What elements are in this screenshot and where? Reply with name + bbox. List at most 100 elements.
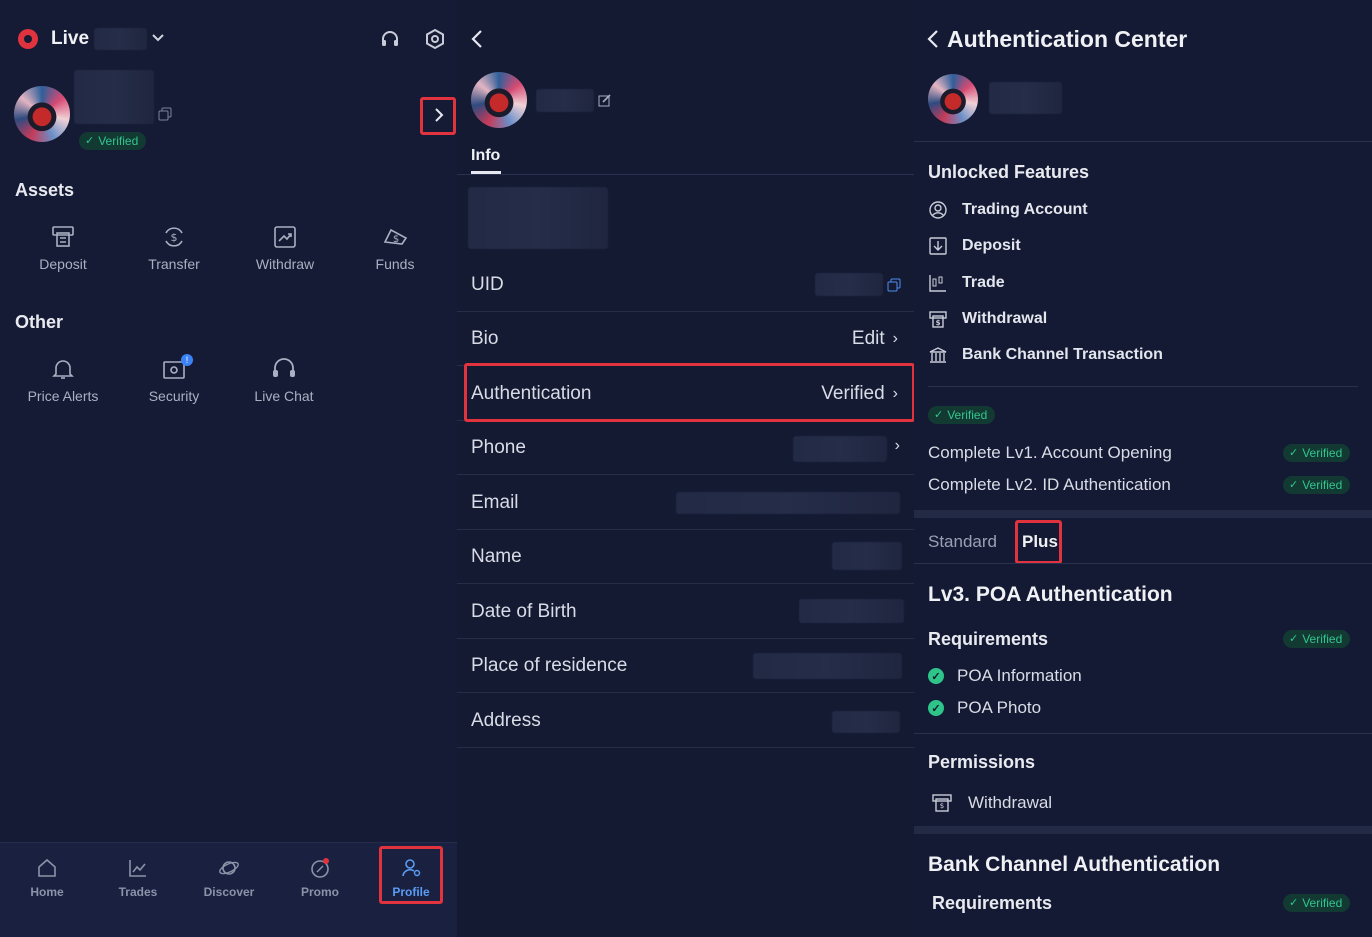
chevron-down-icon[interactable] — [151, 31, 165, 45]
requirements-divider — [914, 733, 1372, 734]
row-uid: UID — [457, 258, 914, 312]
requirement-poa-information: ✓ POA Information — [928, 666, 1082, 686]
highlight-profile-nav — [379, 846, 443, 904]
live-chat-button[interactable]: Live Chat — [234, 356, 334, 404]
edit-icon[interactable] — [598, 93, 612, 107]
address-redacted — [832, 711, 900, 733]
verified-badge: ✓ Verified — [79, 132, 147, 150]
funds-icon: $ — [383, 228, 408, 245]
requirements-verified-badge: ✓ Verified — [1283, 630, 1351, 648]
authentication-center-panel: Authentication Center Unlocked Features … — [914, 0, 1372, 937]
uid-label: UID — [471, 274, 504, 295]
copy-icon[interactable] — [158, 107, 172, 121]
highlight-plus-tab — [1015, 520, 1062, 564]
profile-panel: Live ✓ Verified Assets Deposit $ Transfer… — [0, 0, 457, 937]
nav-discover[interactable]: Discover — [194, 857, 264, 899]
account-mode-label[interactable]: Live — [51, 28, 89, 50]
bank-channel-title: Bank Channel Authentication — [928, 853, 1221, 876]
features-divider — [928, 386, 1358, 387]
section-separator — [914, 510, 1372, 518]
row-date-of-birth: Date of Birth — [457, 585, 914, 639]
planet-icon — [219, 861, 239, 875]
svg-text:$: $ — [393, 234, 399, 245]
feature-withdrawal: $ Withdrawal — [928, 307, 1047, 331]
withdraw-icon — [274, 226, 296, 248]
security-button[interactable]: Security ! — [124, 354, 224, 404]
security-notification-dot: ! — [181, 354, 193, 366]
requirements-title: Requirements — [928, 629, 1049, 649]
promo-icon — [311, 858, 329, 878]
transfer-button[interactable]: $ Transfer — [124, 224, 224, 272]
date-of-birth-label: Date of Birth — [471, 601, 577, 622]
check-circle-icon: ✓ — [928, 700, 944, 716]
deposit-icon — [52, 226, 74, 247]
row-bio[interactable]: Bio Edit › — [457, 312, 914, 366]
uid-redacted — [815, 273, 883, 296]
headset-icon — [273, 358, 295, 377]
username-redacted — [536, 89, 594, 112]
row-place-of-residence: Place of residence — [457, 639, 914, 693]
address-label: Address — [471, 710, 541, 731]
highlight-authentication-row — [464, 363, 914, 422]
tab-divider — [914, 563, 1372, 564]
assets-title: Assets — [15, 180, 75, 200]
avatar — [928, 74, 978, 124]
price-alerts-button[interactable]: Price Alerts — [13, 356, 113, 404]
level-1-verified-badge: ✓ Verified — [1283, 444, 1351, 462]
nav-home[interactable]: Home — [12, 857, 82, 899]
row-name: Name — [457, 530, 914, 584]
candlestick-icon — [929, 275, 946, 292]
tab-divider — [457, 174, 914, 175]
settings-icon[interactable] — [424, 28, 446, 50]
withdrawal-icon: $ — [932, 794, 952, 812]
info-panel: Info UID Bio Edit › Authentication Verifi… — [457, 0, 914, 937]
username-redacted — [989, 82, 1062, 114]
name-redacted — [832, 542, 902, 570]
funds-button[interactable]: $ Funds — [345, 224, 445, 272]
level-2-label: Complete Lv2. ID Authentication — [928, 475, 1171, 494]
row-phone[interactable]: Phone › — [457, 421, 914, 475]
permissions-title: Permissions — [928, 752, 1036, 772]
deposit-icon — [929, 237, 947, 255]
svg-text:$: $ — [936, 319, 941, 327]
unlocked-features-title: Unlocked Features — [928, 162, 1090, 182]
highlight-profile-arrow — [420, 97, 456, 135]
bell-icon — [52, 360, 74, 379]
withdraw-button[interactable]: Withdraw — [235, 224, 335, 272]
tab-info[interactable]: Info — [471, 147, 500, 165]
place-of-residence-redacted — [753, 653, 902, 679]
name-label: Name — [471, 546, 522, 567]
nav-trades[interactable]: Trades — [103, 857, 173, 899]
feature-deposit: Deposit — [928, 234, 1021, 258]
email-label: Email — [471, 492, 519, 513]
deposit-button[interactable]: Deposit — [13, 224, 113, 272]
feature-trade: Trade — [928, 271, 1005, 295]
phone-chevron[interactable]: › — [895, 437, 900, 455]
bio-edit-link[interactable]: Edit › — [852, 328, 898, 350]
copy-icon[interactable] — [887, 278, 901, 292]
level-1-label: Complete Lv1. Account Opening — [928, 443, 1172, 462]
lv3-title: Lv3. POA Authentication — [928, 583, 1173, 606]
profile-image-redacted — [468, 187, 608, 249]
page-title: Authentication Center — [947, 26, 1188, 52]
user-circle-icon — [929, 201, 947, 219]
level-2-verified-badge: ✓ Verified — [1283, 476, 1351, 494]
headset-icon[interactable] — [379, 28, 401, 50]
live-indicator-icon — [18, 29, 38, 49]
username-redacted — [74, 70, 154, 124]
avatar[interactable] — [471, 72, 527, 128]
phone-redacted — [793, 436, 887, 462]
place-of-residence-label: Place of residence — [471, 655, 628, 676]
phone-label: Phone — [471, 437, 526, 458]
back-arrow-icon[interactable] — [470, 28, 484, 50]
date-of-birth-redacted — [799, 599, 904, 623]
email-redacted — [676, 492, 900, 514]
feature-bank-channel-transaction: Bank Channel Transaction — [928, 343, 1163, 367]
avatar[interactable] — [14, 86, 70, 142]
account-id-redacted — [94, 28, 147, 50]
svg-text:$: $ — [171, 231, 178, 244]
tab-standard[interactable]: Standard — [928, 532, 997, 552]
back-arrow-icon[interactable] — [926, 28, 940, 50]
nav-promo[interactable]: Promo — [285, 857, 355, 899]
bio-label: Bio — [471, 328, 499, 349]
